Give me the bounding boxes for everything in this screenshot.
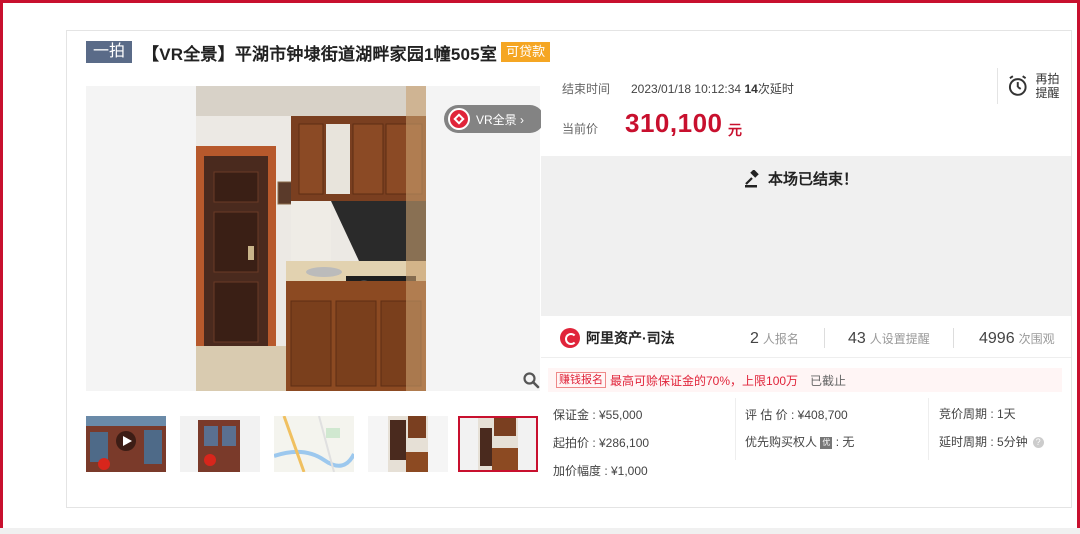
priority-value: : 无 (835, 435, 855, 449)
round-tag: 一拍 (86, 41, 133, 63)
loan-badge: 可贷款 (501, 42, 551, 62)
end-time-value: 2023/01/18 10:12:34 (631, 82, 742, 96)
increment-value: 加价幅度 : ¥1,000 (553, 464, 648, 478)
search-icon[interactable] (522, 371, 540, 389)
kitchen-photo (196, 86, 426, 391)
listing-title: 【VR全景】平湖市钟埭街道湖畔家园1幢505室 (142, 44, 498, 64)
help-icon[interactable]: ? (1032, 437, 1044, 449)
price-label: 当前价 (562, 122, 599, 136)
vr-icon (448, 108, 470, 130)
delay-suffix: 次延时 (757, 82, 794, 96)
thumbnail-interior[interactable] (368, 416, 448, 472)
signups-label: 人报名 (762, 332, 799, 346)
priority-info-icon[interactable]: 优 (820, 436, 833, 449)
notice-tag: 赚钱报名 (556, 372, 606, 388)
gavel-icon (745, 169, 759, 187)
thumbnail-map[interactable] (274, 416, 354, 472)
column-divider (735, 398, 736, 460)
priority-buyer: 优先购买权人 优 : 无 (745, 433, 854, 450)
column-divider (928, 398, 929, 460)
auction-info-panel (541, 66, 1071, 156)
remind-button[interactable]: 再拍提醒 (997, 68, 1063, 104)
vr-label: VR全景 › (476, 112, 525, 127)
reminders-stat: 43 人设置提醒 (848, 330, 930, 348)
delay-cycle: 延时周期 : 5分钟? (939, 433, 1044, 450)
page-title: 一拍 【VR全景】平湖市钟埭街道湖畔家园1幢505室 可贷款 (86, 40, 551, 64)
reminders-label: 人设置提醒 (869, 332, 930, 346)
stat-divider (953, 328, 954, 348)
priority-label: 优先购买权人 (745, 435, 818, 449)
end-time: 2023/01/18 10:12:34 14次延时 (631, 80, 794, 97)
brand-name: 阿里资产·司法 (586, 330, 675, 346)
bid-cycle: 竞价周期 : 1天 (939, 407, 1016, 421)
signups-count: 2 (750, 330, 759, 347)
notice-status: 已截止 (810, 373, 847, 388)
deposit-value: 保证金 : ¥55,000 (553, 408, 643, 422)
end-time-label: 结束时间 (562, 82, 611, 96)
ali-asset-icon (560, 328, 580, 348)
remind-label: 再拍提醒 (1035, 72, 1060, 100)
ended-text: 本场已结束！ (768, 171, 859, 188)
appraisal-value: 评 估 价 : ¥408,700 (745, 408, 848, 422)
thumbnail-video[interactable] (86, 416, 166, 472)
views-label: 次围观 (1018, 332, 1055, 346)
stat-divider (824, 328, 825, 348)
current-price: 310,100 (625, 108, 723, 138)
bottom-divider (0, 528, 1080, 534)
notice-text[interactable]: 最高可赊保证金的70%，上限100万 (610, 372, 798, 389)
alarm-clock-icon (1008, 75, 1027, 96)
reminders-count: 43 (848, 330, 866, 347)
brand-logo: 阿里资产·司法 (560, 328, 675, 348)
auction-ended-message: 本场已结束！ (744, 168, 858, 189)
vr-panorama-button[interactable]: VR全景 › (444, 105, 544, 133)
delay-count: 14 (744, 82, 758, 96)
price-unit: 元 (728, 122, 742, 138)
deposit-loan-notice: 赚钱报名 最高可赊保证金的70%，上限100万 已截止 (548, 368, 1062, 392)
views-stat: 4996 次围观 (979, 330, 1055, 348)
signups-stat: 2 人报名 (750, 330, 799, 348)
views-count: 4996 (979, 330, 1015, 347)
start-price-value: 起拍价 : ¥286,100 (553, 436, 650, 450)
delay-cycle-value: 延时周期 : 5分钟 (939, 435, 1028, 449)
thumbnail-building[interactable] (180, 416, 260, 472)
thumbnail-kitchen[interactable] (458, 416, 538, 472)
